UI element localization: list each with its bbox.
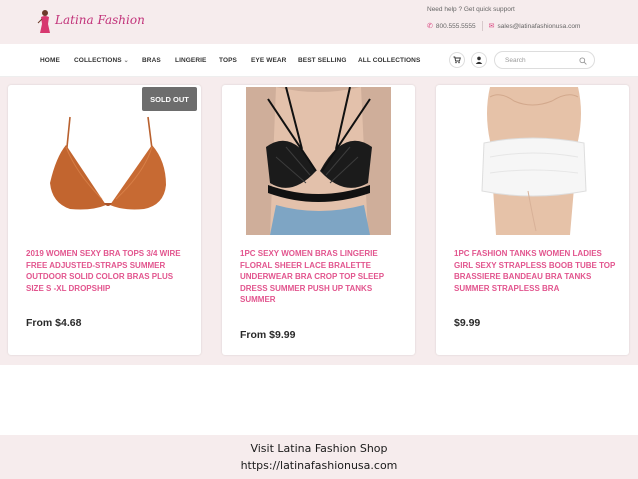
mail-icon: ✉ — [488, 23, 495, 30]
product-card[interactable]: 1PC SEXY WOMEN BRAS LINGERIE FLORAL SHEE… — [222, 85, 415, 355]
white-bandeau-illustration — [460, 87, 605, 235]
contact-divider — [481, 21, 483, 31]
nav-item-tops[interactable]: TOPS — [219, 57, 237, 64]
search-icon[interactable] — [579, 57, 587, 65]
caption-url[interactable]: https://latinafashionusa.com — [0, 459, 638, 472]
product-price: $9.99 — [454, 317, 481, 329]
cart-button[interactable] — [449, 52, 465, 68]
product-price: From $9.99 — [240, 329, 296, 341]
product-card[interactable]: 1PC FASHION TANKS WOMEN LADIES GIRL SEXY… — [436, 85, 629, 355]
nav-item-all-collections[interactable]: ALL COLLECTIONS — [358, 57, 420, 64]
page: Latina Fashion Need help ? Get quick sup… — [0, 0, 638, 479]
nav-item-eye-wear[interactable]: EYE WEAR — [251, 57, 286, 64]
user-icon — [475, 56, 483, 64]
black-lace-bralette-illustration — [246, 87, 391, 235]
email-link[interactable]: sales@latinafashionusa.com — [498, 23, 581, 30]
sold-out-badge: SOLD OUT — [142, 87, 197, 111]
nav-item-bras[interactable]: BRAS — [142, 57, 161, 64]
nav-item-collections[interactable]: COLLECTIONS ⌄ — [74, 57, 129, 64]
caption-title: Visit Latina Fashion Shop — [250, 442, 388, 455]
product-image[interactable] — [460, 87, 605, 235]
top-header: Latina Fashion Need help ? Get quick sup… — [0, 0, 638, 44]
nav-item-best-selling[interactable]: BEST SELLING — [298, 57, 347, 64]
logo-figure-icon — [37, 10, 50, 33]
main-nav: HOME COLLECTIONS ⌄ BRAS LINGERIE TOPS EY… — [0, 44, 638, 77]
nav-item-home[interactable]: HOME — [40, 57, 60, 64]
brand-logo[interactable]: Latina Fashion — [36, 9, 145, 35]
brand-name: Latina Fashion — [55, 13, 145, 27]
account-button[interactable] — [471, 52, 487, 68]
phone-number[interactable]: 800.555.5555 — [436, 23, 476, 30]
product-title[interactable]: 2019 WOMEN SEXY BRA TOPS 3/4 WIRE FREE A… — [26, 248, 191, 294]
phone-icon: ✆ — [427, 23, 433, 30]
product-title[interactable]: 1PC SEXY WOMEN BRAS LINGERIE FLORAL SHEE… — [240, 248, 405, 306]
product-card[interactable]: SOLD OUT 2019 WOMEN SEXY BRA TOPS 3/4 WI… — [8, 85, 201, 355]
product-price: From $4.68 — [26, 317, 82, 329]
chevron-down-icon: ⌄ — [123, 58, 129, 64]
contact-row: ✆ 800.555.5555 ✉ sales@latinafashionusa.… — [427, 21, 580, 31]
search-input[interactable]: Search — [505, 57, 526, 64]
search-box[interactable]: Search — [494, 51, 595, 69]
cart-icon — [453, 56, 461, 64]
caption-band: Visit Latina Fashion Shop https://latina… — [0, 435, 638, 479]
product-grid: SOLD OUT 2019 WOMEN SEXY BRA TOPS 3/4 WI… — [0, 77, 638, 365]
product-image[interactable] — [246, 87, 391, 235]
help-text: Need help ? Get quick support — [427, 6, 515, 13]
product-title[interactable]: 1PC FASHION TANKS WOMEN LADIES GIRL SEXY… — [454, 248, 619, 294]
nav-item-lingerie[interactable]: LINGERIE — [175, 57, 207, 64]
nav-item-collections-label: COLLECTIONS — [74, 57, 122, 64]
